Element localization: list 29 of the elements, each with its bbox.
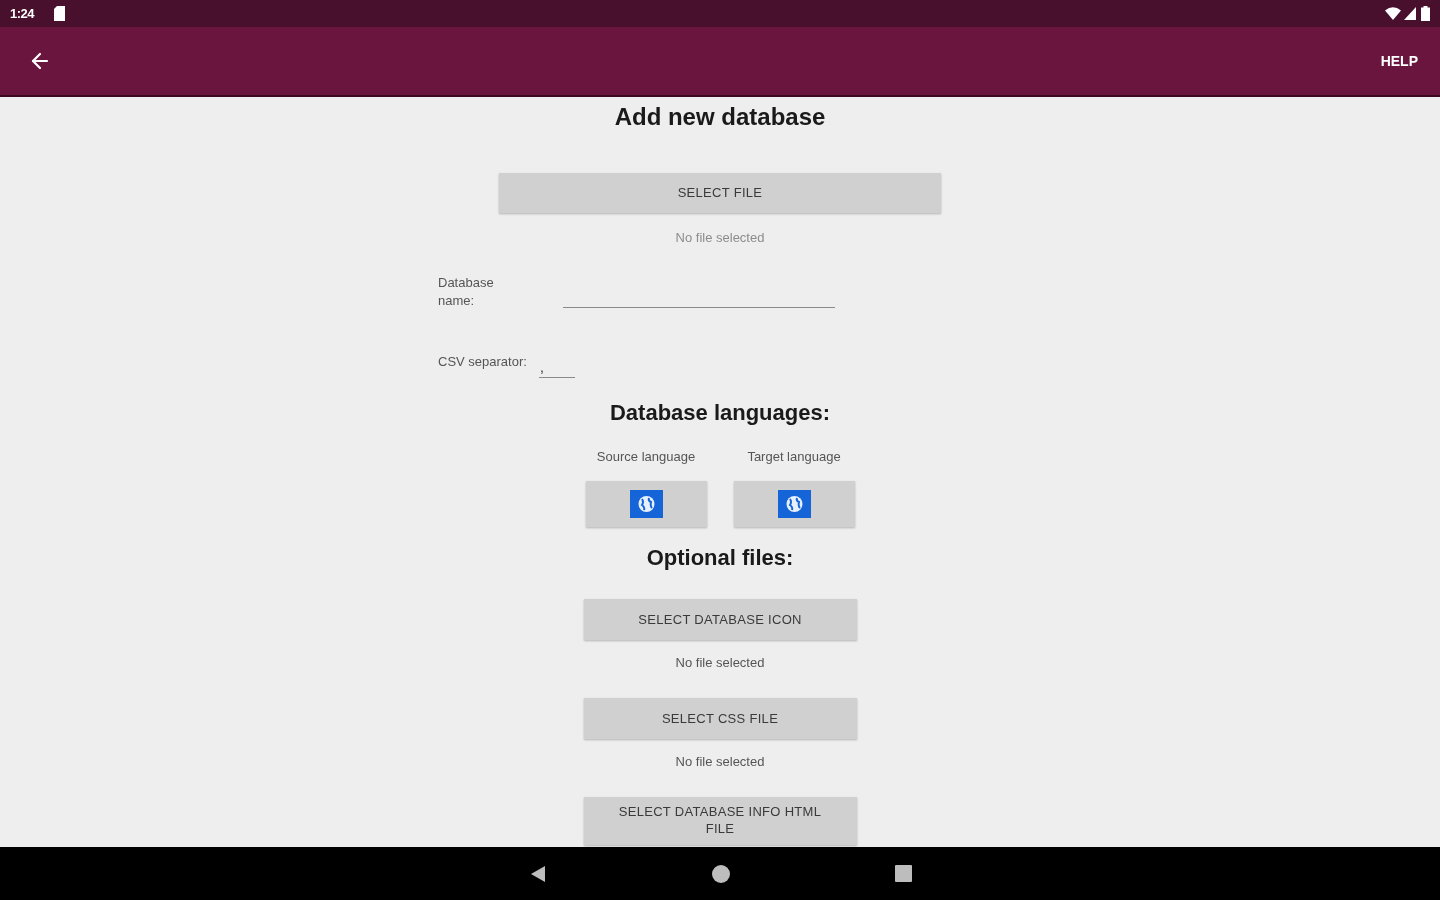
select-optional-file-button[interactable]: SELECT CSS FILE — [583, 698, 857, 739]
battery-icon — [1421, 6, 1430, 21]
language-picker-button[interactable] — [585, 481, 707, 527]
home-nav-button[interactable] — [711, 864, 730, 883]
wifi-icon — [1385, 7, 1401, 20]
select-file-button[interactable]: SELECT FILE — [499, 173, 941, 213]
csv-separator-label: CSV separator: — [438, 353, 527, 370]
language-label: Target language — [747, 449, 841, 465]
language-label: Source language — [596, 449, 696, 465]
language-picker-button[interactable] — [733, 481, 855, 527]
square-recents-icon — [894, 865, 912, 882]
recents-nav-button[interactable] — [894, 865, 912, 882]
languages-heading: Database languages: — [609, 400, 831, 426]
globe-icon — [777, 490, 811, 518]
globe-icon — [629, 490, 663, 518]
optional-files-heading: Optional files: — [646, 545, 794, 571]
circle-home-icon — [711, 864, 730, 883]
database-name-label: Database name: — [438, 274, 495, 310]
sd-card-icon — [54, 6, 66, 21]
csv-separator-input[interactable]: , — [538, 352, 575, 378]
select-optional-file-button[interactable]: SELECT DATABASE INFO HTML FILE — [583, 797, 857, 845]
file-status: No file selected — [675, 230, 765, 246]
page-title: Add new database — [614, 103, 826, 131]
select-optional-file-button[interactable]: SELECT DATABASE ICON — [583, 599, 857, 640]
signal-icon — [1404, 7, 1416, 20]
optional-file-status: No file selected — [675, 655, 765, 671]
status-time: 1:24 — [10, 4, 35, 23]
help-button[interactable]: HELP — [1376, 46, 1422, 76]
optional-file-status: No file selected — [675, 754, 765, 770]
